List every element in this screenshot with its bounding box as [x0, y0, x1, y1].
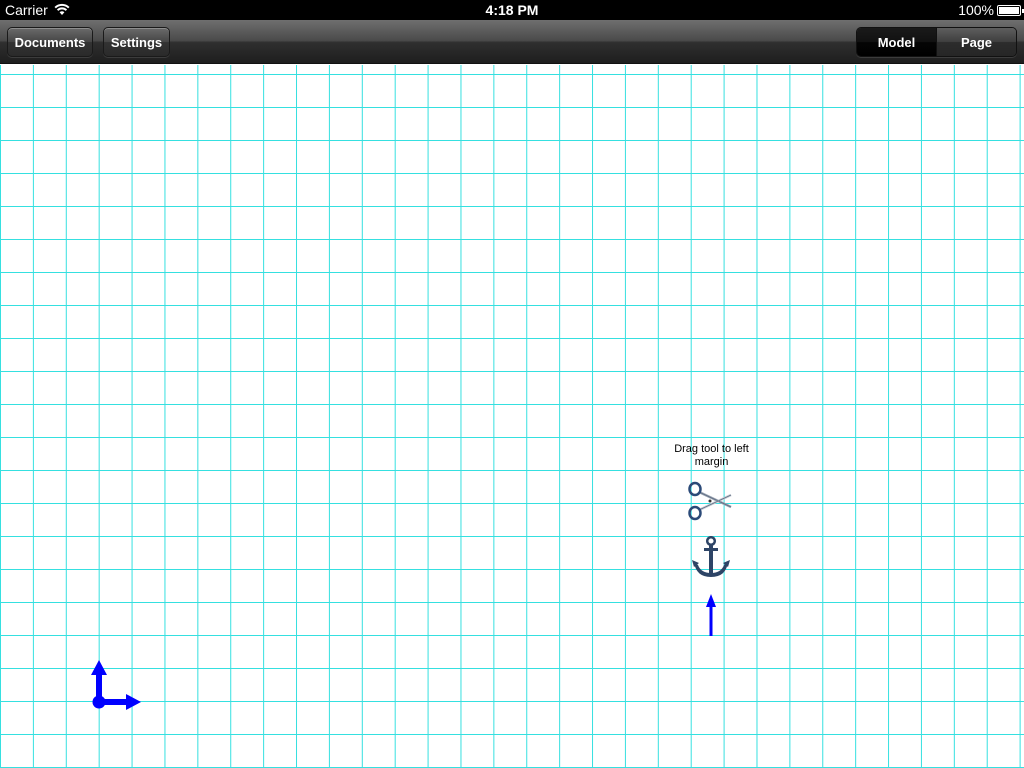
- anchor-icon[interactable]: [690, 536, 732, 580]
- toolbar: Documents Settings Model Page: [0, 20, 1024, 64]
- drag-hint-label: Drag tool to left margin: [674, 443, 749, 468]
- force-arrow-icon[interactable]: [702, 594, 720, 636]
- view-mode-segmented-control: Model Page: [856, 27, 1017, 57]
- grid-canvas[interactable]: [0, 65, 1024, 768]
- documents-button[interactable]: Documents: [7, 27, 93, 57]
- settings-button[interactable]: Settings: [103, 27, 170, 57]
- segment-page[interactable]: Page: [936, 28, 1016, 56]
- clock: 4:18 PM: [485, 2, 539, 18]
- segment-model[interactable]: Model: [857, 28, 936, 56]
- scissors-icon[interactable]: [686, 480, 734, 522]
- battery-icon: [997, 5, 1024, 16]
- battery-percentage: 100%: [958, 2, 994, 18]
- status-bar: Carrier 4:18 PM 100%: [0, 0, 1024, 20]
- coordinate-axes-icon: [91, 660, 141, 710]
